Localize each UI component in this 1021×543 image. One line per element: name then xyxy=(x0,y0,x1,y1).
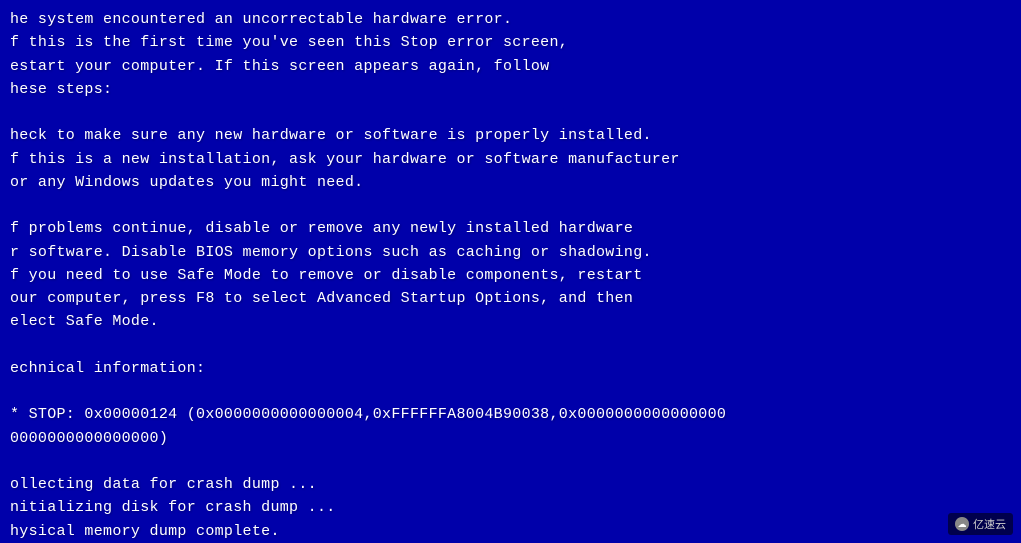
watermark-icon: ☁ xyxy=(955,517,969,531)
watermark: ☁ 亿速云 xyxy=(948,513,1013,535)
bsod-screen: he system encountered an uncorrectable h… xyxy=(0,0,1021,543)
watermark-label: 亿速云 xyxy=(973,516,1006,532)
bsod-text-content: he system encountered an uncorrectable h… xyxy=(0,0,1021,543)
